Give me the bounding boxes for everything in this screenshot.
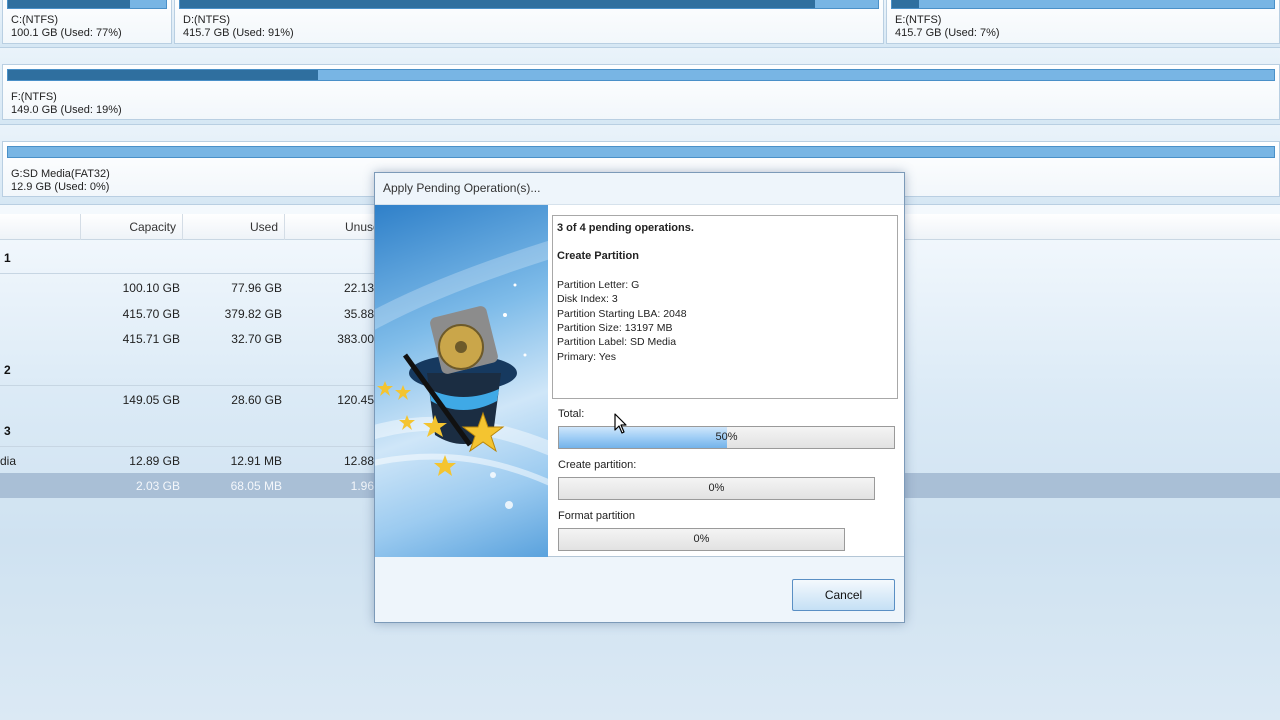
partition-g-name: G:SD Media(FAT32) bbox=[11, 168, 110, 180]
partition-f-name: F:(NTFS) bbox=[11, 91, 57, 103]
partition-g-size: 12.9 GB (Used: 0%) bbox=[11, 181, 110, 193]
cell-used: 68.05 MB bbox=[230, 479, 282, 493]
partition-d-usage-bar bbox=[179, 0, 879, 9]
format-partition-progress-bar: 0% bbox=[558, 528, 845, 551]
cell-capacity: 100.10 GB bbox=[122, 281, 180, 295]
cell-capacity: 12.89 GB bbox=[129, 454, 180, 468]
partition-e-usage-bar bbox=[891, 0, 1275, 9]
total-progress-percent: 50% bbox=[715, 431, 738, 443]
create-partition-progress-label: Create partition: bbox=[558, 459, 637, 471]
partition-f-usage-bar bbox=[7, 69, 1275, 81]
cell-unused: 12.88 bbox=[343, 454, 374, 468]
partition-c-name: C:(NTFS) bbox=[11, 14, 59, 26]
format-partition-progress-percent: 0% bbox=[693, 533, 710, 545]
partition-f-block[interactable]: F:(NTFS) 149.0 GB (Used: 19%) bbox=[2, 64, 1280, 120]
detail-disk-index: Disk Index: 3 bbox=[557, 293, 618, 305]
cell-used: 379.82 GB bbox=[224, 307, 282, 321]
cell-unused: 22.13 bbox=[343, 281, 374, 295]
column-header-name[interactable] bbox=[0, 214, 81, 240]
cancel-button[interactable]: Cancel bbox=[792, 579, 895, 611]
cell-used: 28.60 GB bbox=[231, 393, 282, 407]
create-partition-progress-bar: 0% bbox=[558, 477, 875, 500]
cell-unused: 1.96 bbox=[350, 479, 374, 493]
cell-used: 12.91 MB bbox=[230, 454, 282, 468]
partition-e-name: E:(NTFS) bbox=[895, 14, 942, 26]
partition-c-block[interactable]: C:(NTFS) 100.1 GB (Used: 77%) bbox=[2, 0, 172, 44]
group-divider bbox=[0, 385, 380, 386]
total-progress-bar: 50% bbox=[558, 426, 895, 449]
partition-c-size: 100.1 GB (Used: 77%) bbox=[11, 27, 122, 39]
group-divider bbox=[0, 273, 380, 274]
current-operation-name: Create Partition bbox=[557, 250, 639, 262]
partition-g-usage-bar bbox=[7, 146, 1275, 158]
detail-partition-size: Partition Size: 13197 MB bbox=[557, 322, 673, 334]
cell-capacity: 415.71 GB bbox=[122, 332, 180, 346]
cell-used: 77.96 GB bbox=[231, 281, 282, 295]
apply-pending-operations-dialog: Apply Pending Operation(s)... 3 of 4 pen… bbox=[374, 172, 905, 623]
cell-unused: 383.00 bbox=[337, 332, 374, 346]
cell-capacity: 415.70 GB bbox=[122, 307, 180, 321]
cell-capacity: 149.05 GB bbox=[122, 393, 180, 407]
pending-operations-header: 3 of 4 pending operations. bbox=[557, 222, 694, 234]
column-header-used[interactable]: Used bbox=[183, 214, 285, 240]
format-partition-progress-label: Format partition bbox=[558, 510, 636, 522]
disk-group-2-label: 2 bbox=[4, 363, 11, 377]
column-header-capacity[interactable]: Capacity bbox=[81, 214, 183, 240]
detail-partition-label: Partition Label: SD Media bbox=[557, 336, 677, 348]
create-partition-progress-percent: 0% bbox=[708, 482, 725, 494]
disk-group-1-label: 1 bbox=[4, 251, 11, 265]
detail-partition-letter: Partition Letter: G bbox=[557, 279, 640, 291]
detail-starting-lba: Partition Starting LBA: 2048 bbox=[557, 308, 687, 320]
partition-f-size: 149.0 GB (Used: 19%) bbox=[11, 104, 122, 116]
operation-details-box: 3 of 4 pending operations. Create Partit… bbox=[552, 215, 898, 399]
total-progress-label: Total: bbox=[558, 408, 585, 420]
cell-used: 32.70 GB bbox=[231, 332, 282, 346]
partition-d-size: 415.7 GB (Used: 91%) bbox=[183, 27, 294, 39]
cell-capacity: 2.03 GB bbox=[135, 479, 180, 493]
detail-primary: Primary: Yes bbox=[557, 351, 616, 363]
partition-e-block[interactable]: E:(NTFS) 415.7 GB (Used: 7%) bbox=[886, 0, 1280, 44]
mouse-cursor-icon bbox=[614, 413, 627, 434]
partition-c-usage-bar bbox=[7, 0, 167, 9]
cell-unused: 35.88 bbox=[343, 307, 374, 321]
cell-partition-name: dia bbox=[0, 454, 17, 468]
partition-e-size: 415.7 GB (Used: 7%) bbox=[895, 27, 1000, 39]
disk-group-3-label: 3 bbox=[4, 424, 11, 438]
partition-d-block[interactable]: D:(NTFS) 415.7 GB (Used: 91%) bbox=[174, 0, 884, 44]
magic-hat-disk-illustration bbox=[375, 205, 548, 557]
group-divider bbox=[0, 446, 380, 447]
dialog-content: 3 of 4 pending operations. Create Partit… bbox=[375, 204, 904, 557]
dialog-title: Apply Pending Operation(s)... bbox=[383, 181, 541, 195]
cell-unused: 120.45 bbox=[337, 393, 374, 407]
partition-d-name: D:(NTFS) bbox=[183, 14, 231, 26]
